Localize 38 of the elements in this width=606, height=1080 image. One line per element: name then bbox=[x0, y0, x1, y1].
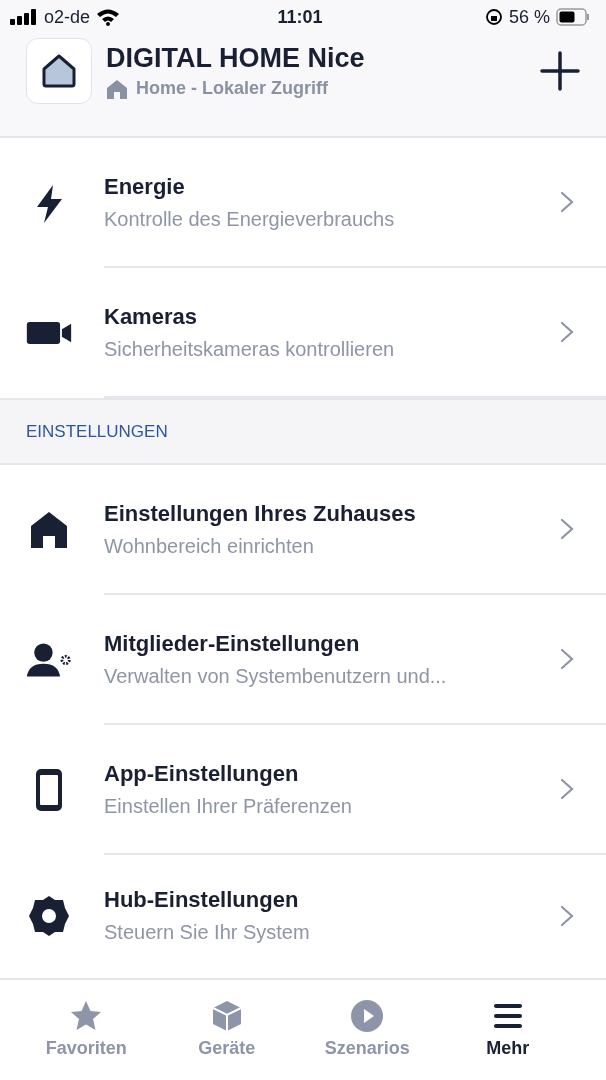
item-title: Kameras bbox=[104, 303, 198, 330]
item-title: App-Einstellungen bbox=[104, 760, 300, 787]
item-title: Einstellungen Ihres Zuhauses bbox=[104, 500, 417, 527]
menu-item[interactable]: Hub-Einstellungen Steuern Sie Ihr System bbox=[104, 855, 606, 976]
chevron-right-icon bbox=[560, 778, 574, 800]
menu-item[interactable]: Einstellungen Ihres Zuhauses Wohnbereich einrichten bbox=[104, 465, 606, 595]
home-title: DIGITAL HOME Nice bbox=[106, 43, 366, 74]
menu-item[interactable]: App-Einstellungen Einstellen Ihrer Präferenzen bbox=[104, 725, 606, 855]
section-header: EINSTELLUNGEN bbox=[0, 398, 606, 465]
menu-item[interactable]: Energie Kontrolle des Energieverbrauchs bbox=[104, 138, 606, 268]
house-icon bbox=[106, 78, 128, 99]
chevron-right-icon bbox=[560, 518, 574, 540]
rotation-lock-icon bbox=[484, 8, 503, 26]
item-description: Kontrolle des Energieverbrauchs bbox=[104, 207, 396, 231]
home-logo-icon bbox=[26, 38, 92, 104]
item-title: Mitglieder-Einstellungen bbox=[104, 630, 361, 657]
chevron-right-icon bbox=[560, 191, 574, 213]
item-description: Wohnbereich einrichten bbox=[104, 534, 315, 558]
menu-item[interactable]: Mitglieder-Einstellungen Verwalten von Systembenutzern und... bbox=[104, 595, 606, 725]
chevron-right-icon bbox=[560, 648, 574, 670]
add-button[interactable] bbox=[538, 49, 582, 93]
item-description: Verwalten von Systembenutzern und... bbox=[104, 664, 448, 688]
carrier-name: o2-de bbox=[44, 6, 91, 28]
chevron-right-icon bbox=[560, 321, 574, 343]
chevron-right-icon bbox=[560, 904, 574, 927]
item-description: Sicherheitskameras kontrollieren bbox=[104, 337, 396, 361]
tab[interactable]: Mehr bbox=[437, 980, 578, 1080]
battery-percentage: 56 % bbox=[508, 6, 550, 28]
item-title: Hub-Einstellungen bbox=[104, 887, 300, 913]
signal-icon bbox=[10, 9, 38, 25]
clock-time: 11:01 bbox=[277, 6, 323, 28]
battery-icon bbox=[556, 8, 590, 26]
item-description: Steuern Sie Ihr System bbox=[104, 921, 311, 944]
access-mode: Home - Lokaler Zugriff bbox=[136, 78, 328, 99]
item-description: Einstellen Ihrer Präferenzen bbox=[104, 794, 353, 818]
item-title: Energie bbox=[104, 173, 186, 200]
wifi-icon bbox=[96, 8, 121, 26]
play-icon bbox=[349, 998, 386, 1034]
